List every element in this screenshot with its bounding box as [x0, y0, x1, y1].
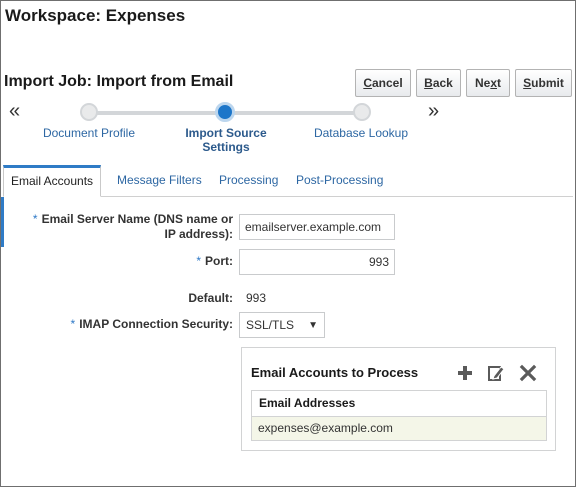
- panel-title: Email Accounts to Process: [251, 365, 419, 380]
- next-label-rest: t: [497, 76, 502, 90]
- submit-label: ubmit: [531, 76, 564, 90]
- train-label-document-profile[interactable]: Document Profile: [29, 126, 149, 140]
- submit-mnemonic: S: [523, 76, 532, 90]
- workspace-title: Workspace: Expenses: [5, 6, 186, 25]
- tab-processing[interactable]: Processing: [212, 165, 285, 197]
- server-name-label-line-1: * Email Server Name (DNS name or: [21, 212, 233, 227]
- train-label-line-2: Settings: [202, 140, 250, 154]
- train-next-icon[interactable]: »: [428, 100, 439, 123]
- train-stop-database-lookup[interactable]: [353, 103, 371, 121]
- required-indicator: *: [196, 254, 201, 268]
- port-label-text: Port:: [205, 254, 233, 268]
- column-header-email-addresses[interactable]: Email Addresses: [251, 390, 547, 416]
- required-indicator: *: [70, 317, 76, 331]
- next-button[interactable]: Ne x t: [466, 69, 510, 97]
- server-name-label: * Email Server Name (DNS name or IP addre…: [21, 212, 233, 242]
- train-previous-icon[interactable]: «: [9, 100, 20, 123]
- required-indicator: *: [32, 212, 38, 226]
- imap-security-select[interactable]: SSL/TLS ▼: [239, 312, 325, 338]
- table-row[interactable]: expenses@example.com: [251, 416, 547, 441]
- tab-email-accounts[interactable]: Email Accounts: [3, 165, 102, 197]
- add-icon[interactable]: [455, 363, 475, 383]
- imap-security-label: * IMAP Connection Security:: [41, 317, 233, 332]
- left-accent-bar: [1, 197, 4, 247]
- server-name-label-text-1: Email Server Name (DNS name or: [41, 212, 233, 226]
- train-stop-document-profile[interactable]: [80, 103, 98, 121]
- back-label: ack: [432, 76, 453, 90]
- cancel-label: ancel: [371, 76, 403, 90]
- server-name-input[interactable]: [239, 214, 395, 240]
- default-port-value: 993: [246, 291, 267, 305]
- email-accounts-panel: Email Accounts to Process Email Addresse…: [241, 347, 556, 451]
- port-input[interactable]: [239, 249, 395, 275]
- cancel-button[interactable]: Cancel: [355, 69, 411, 97]
- tab-post-processing[interactable]: Post-Processing: [289, 165, 390, 197]
- submit-button[interactable]: Submit: [515, 69, 572, 97]
- train-label-import-source-settings[interactable]: Import Source Settings: [166, 126, 286, 154]
- imap-security-value: SSL/TLS: [246, 318, 295, 332]
- delete-icon[interactable]: [518, 363, 538, 383]
- server-name-label-line-2: IP address):: [164, 227, 233, 241]
- next-label-pre: Ne: [474, 76, 491, 90]
- cancel-mnemonic: C: [363, 76, 372, 90]
- edit-icon[interactable]: [486, 363, 506, 383]
- chevron-down-icon: ▼: [308, 319, 318, 331]
- train-label-database-lookup[interactable]: Database Lookup: [301, 126, 421, 140]
- back-button[interactable]: Back: [416, 69, 461, 97]
- imap-security-label-text: IMAP Connection Security:: [79, 317, 233, 331]
- next-mnemonic: x: [490, 76, 498, 90]
- job-title: Import Job: Import from Email: [4, 73, 234, 90]
- port-label: * Port:: [121, 254, 233, 269]
- window-frame: Workspace: Expenses Import Job: Import f…: [0, 0, 576, 487]
- train-stop-import-source-settings[interactable]: [215, 102, 235, 122]
- tab-message-filters[interactable]: Message Filters: [110, 165, 209, 197]
- train-label-line-1: Import Source: [185, 126, 267, 140]
- default-label: Default:: [188, 291, 233, 305]
- tab-bar: Email Accounts Message Filters Processin…: [3, 165, 573, 197]
- back-mnemonic: B: [424, 76, 433, 90]
